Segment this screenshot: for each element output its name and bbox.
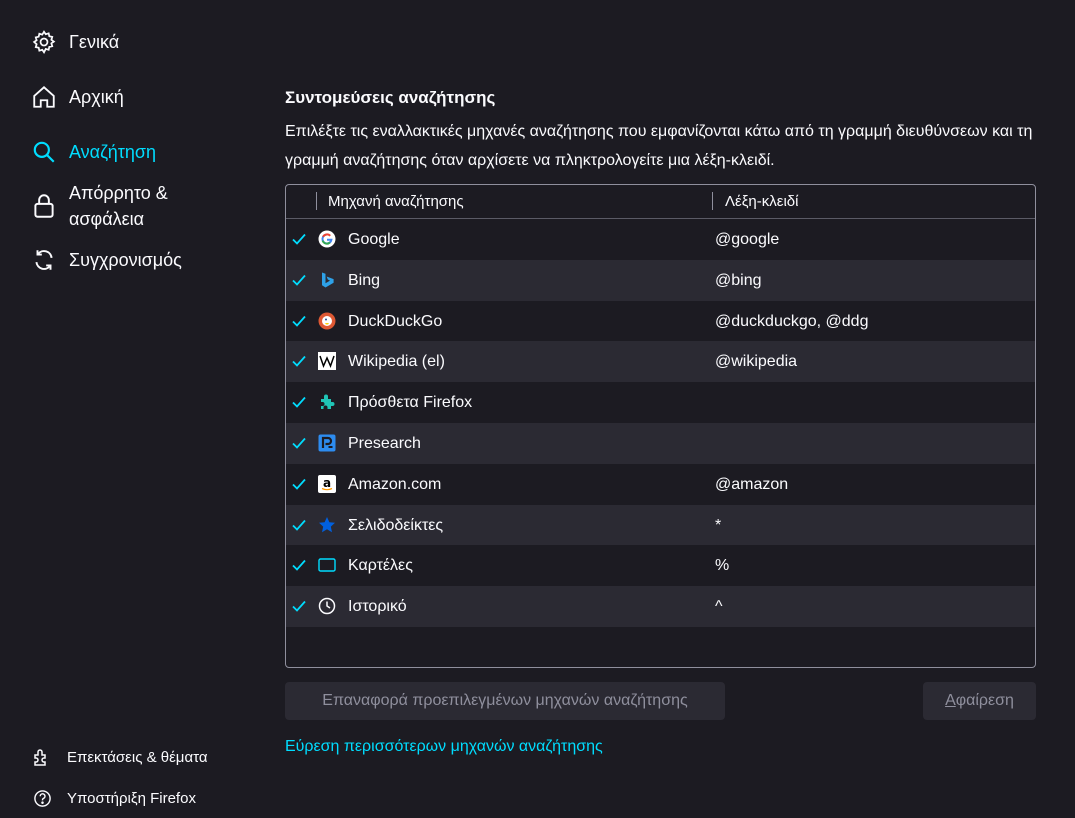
addons-icon [321, 394, 335, 410]
history-clock-icon [318, 597, 336, 615]
engine-name: DuckDuckGo [348, 312, 443, 330]
sidebar-footer-extensions[interactable]: Επεκτάσεις & θέματα [32, 747, 208, 767]
engine-keyword[interactable]: @amazon [715, 476, 788, 494]
engine-keyword[interactable]: * [715, 517, 721, 535]
sidebar-item-label: Αρχική [69, 86, 124, 107]
checkmark-icon[interactable] [290, 352, 308, 370]
sidebar-item-search[interactable]: Αναζήτηση [30, 138, 156, 166]
checkmark-icon[interactable] [290, 475, 308, 493]
column-header-keyword[interactable]: Λέξη-κλειδί [725, 193, 798, 210]
engine-name: Google [348, 231, 400, 248]
sync-icon [30, 246, 58, 274]
checkmark-icon[interactable] [290, 312, 308, 330]
sidebar-item-label: Γενικά [69, 31, 120, 52]
sidebar-item-label-wrap: Απόρρητο & ασφάλεια [69, 180, 168, 232]
section-heading: Συντομεύσεις αναζήτησης [285, 88, 496, 107]
sidebar-item-sync[interactable]: Συγχρονισμός [30, 246, 182, 274]
remove-access-key: Α [945, 692, 956, 709]
table-row[interactable]: Bing @bing [286, 259, 1035, 301]
engine-name: Πρόσθετα Firefox [348, 394, 473, 412]
engine-keyword[interactable]: ^ [715, 598, 723, 616]
gear-icon [30, 28, 58, 56]
checkmark-icon[interactable] [290, 434, 308, 452]
duckduckgo-icon [318, 312, 336, 330]
checkmark-icon[interactable] [290, 393, 308, 411]
table-row[interactable]: Google @google [286, 219, 1035, 260]
engine-name: Amazon.com [348, 475, 442, 493]
table-row[interactable]: Σελιδοδείκτες * [286, 504, 1035, 546]
table-row[interactable]: Καρτέλες % [286, 545, 1035, 586]
sidebar-item-label: Συγχρονισμός [69, 249, 182, 270]
engine-keyword[interactable]: % [715, 557, 729, 575]
sidebar-item-home[interactable]: Αρχική [30, 83, 124, 111]
remove-label: φαίρεση [955, 692, 1014, 709]
sidebar-item-general[interactable]: Γενικά [30, 28, 119, 56]
sidebar-item-label: ασφάλεια [69, 209, 145, 229]
table-header: Μηχανή αναζήτησης Λέξη-κλειδί [286, 185, 1035, 219]
presearch-icon [318, 434, 336, 452]
sidebar: Γενικά Αρχική Αναζήτηση Απόρρητο & ασφάλ… [0, 0, 260, 818]
engine-name: Σελιδοδείκτες [348, 516, 444, 534]
column-separator [712, 192, 713, 210]
tab-icon [318, 558, 336, 573]
bing-icon [322, 272, 334, 288]
footer-label: Υποστήριξη Firefox [67, 789, 196, 807]
sidebar-item-privacy[interactable]: Απόρρητο & ασφάλεια [30, 180, 168, 232]
sidebar-item-label: Αναζήτηση [69, 141, 156, 162]
engine-name: Bing [348, 271, 381, 289]
find-more-engines-link[interactable]: Εύρεση περισσότερων μηχανών αναζήτησης [285, 738, 603, 756]
table-row[interactable]: Presearch [286, 422, 1035, 464]
puzzle-icon [32, 747, 52, 767]
section-description: Επιλέξτε τις εναλλακτικές μηχανές αναζήτ… [285, 123, 1033, 169]
engine-name: Wikipedia (el) [348, 353, 445, 371]
table-row[interactable]: Wikipedia (el) @wikipedia [286, 341, 1035, 383]
engine-keyword[interactable]: @bing [715, 272, 762, 290]
checkmark-icon[interactable] [290, 271, 308, 289]
engine-name: Καρτέλες [348, 557, 413, 575]
search-engines-table[interactable]: Μηχανή αναζήτησης Λέξη-κλειδί Google @go… [285, 184, 1036, 668]
home-icon [30, 83, 58, 111]
table-row[interactable]: Πρόσθετα Firefox [286, 382, 1035, 423]
engine-keyword[interactable]: @duckduckgo, @ddg [715, 313, 868, 331]
column-separator [316, 192, 317, 210]
engine-keyword[interactable]: @wikipedia [715, 353, 797, 371]
wikipedia-icon [318, 352, 336, 371]
table-row[interactable]: DuckDuckGo @duckduckgo, @ddg [286, 301, 1035, 342]
footer-label: Επεκτάσεις & θέματα [67, 748, 208, 766]
restore-defaults-button[interactable]: Επαναφορά προεπιλεγμένων μηχανών αναζήτη… [285, 682, 725, 720]
checkmark-icon[interactable] [290, 516, 308, 534]
checkmark-icon[interactable] [290, 230, 308, 248]
engine-name: Ιστορικό [348, 598, 407, 616]
checkmark-icon[interactable] [290, 556, 308, 574]
search-icon [30, 138, 58, 166]
help-icon [32, 788, 52, 808]
bookmark-star-icon [319, 516, 335, 532]
engine-name: Presearch [348, 434, 421, 452]
svg-text:a: a [323, 476, 331, 490]
engine-keyword[interactable]: @google [715, 231, 779, 249]
lock-icon [30, 192, 58, 220]
sidebar-footer-support[interactable]: Υποστήριξη Firefox [32, 788, 196, 808]
table-row[interactable]: Ιστορικό ^ [286, 586, 1035, 627]
checkmark-icon[interactable] [290, 597, 308, 615]
column-header-engine[interactable]: Μηχανή αναζήτησης [328, 193, 464, 210]
amazon-icon: a [318, 474, 336, 493]
google-icon [318, 230, 336, 248]
remove-button[interactable]: Αφαίρεση [923, 682, 1036, 720]
table-row[interactable]: a Amazon.com @amazon [286, 464, 1035, 505]
sidebar-item-label: Απόρρητο & [69, 183, 168, 203]
